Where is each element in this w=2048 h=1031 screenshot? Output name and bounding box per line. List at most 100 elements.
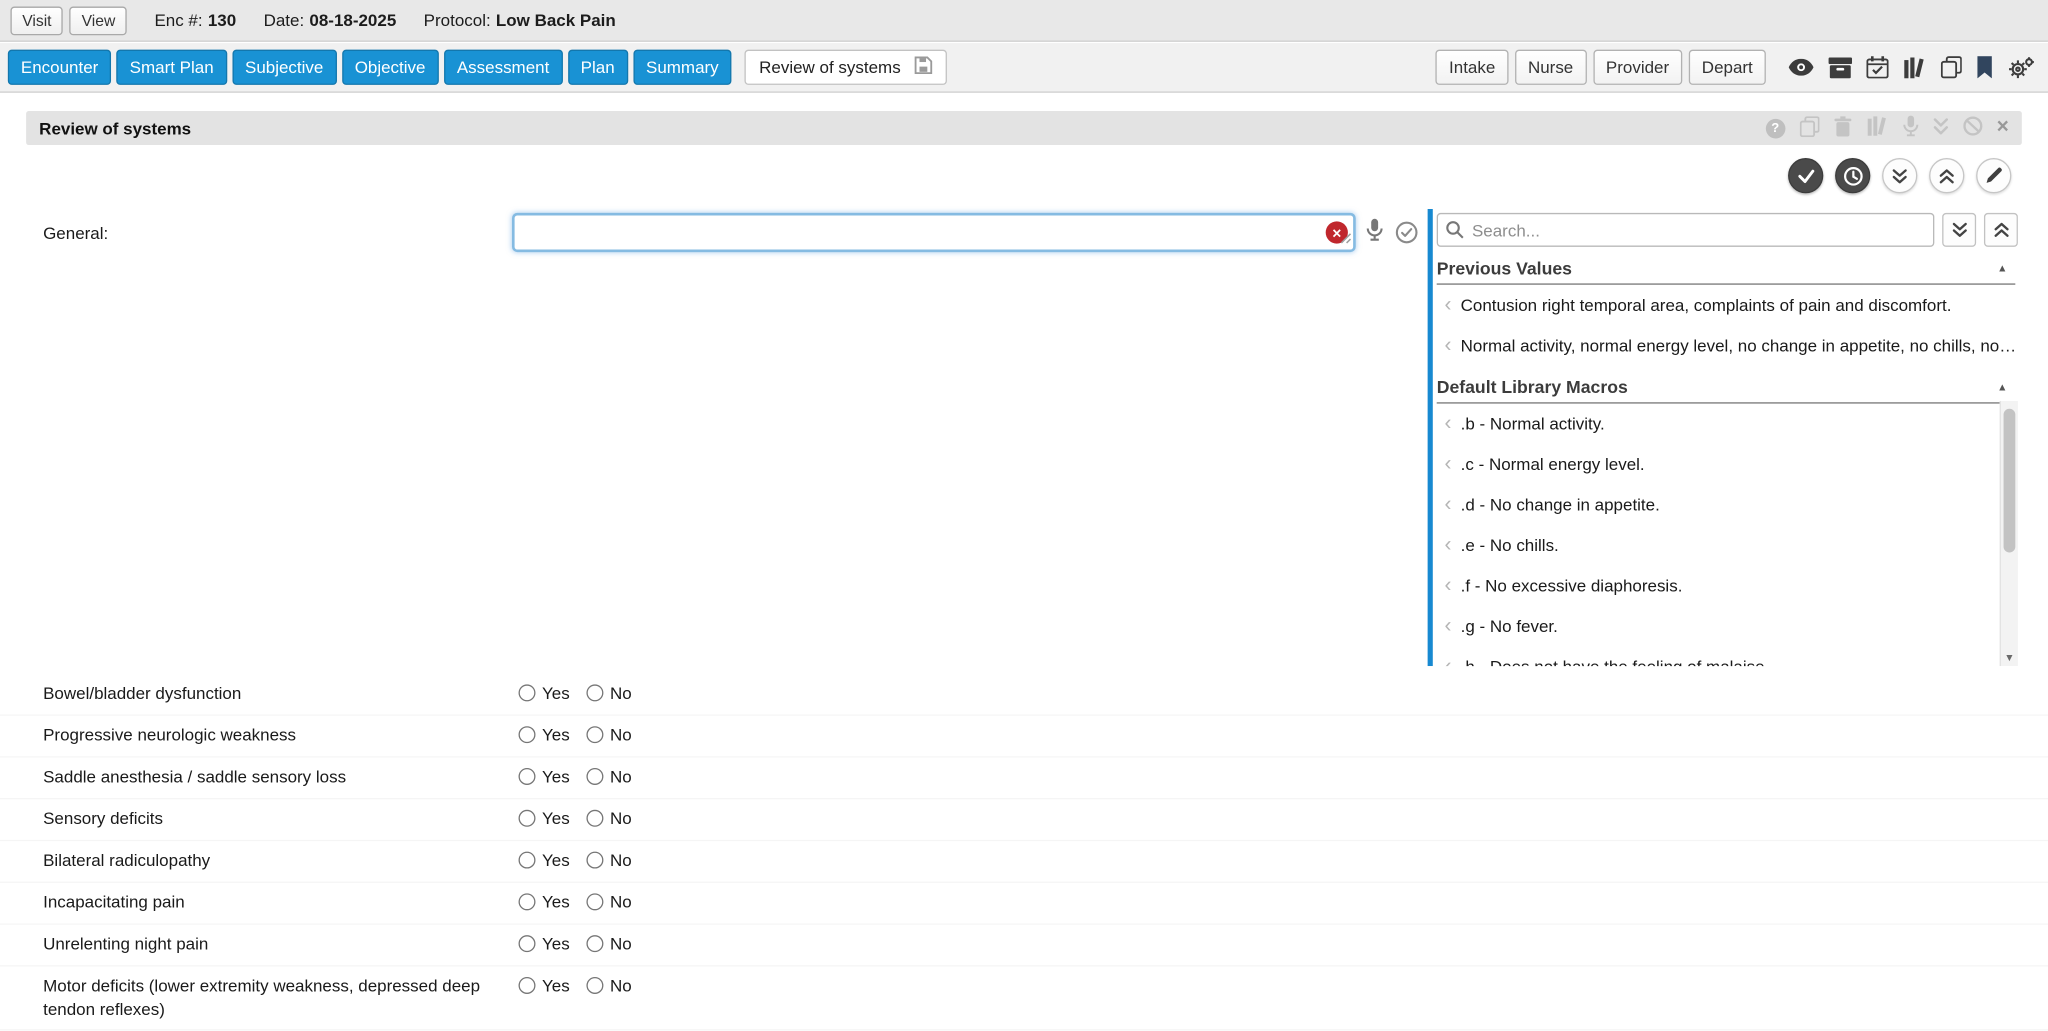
settings-gears-icon[interactable] (2007, 56, 2034, 80)
no-radio[interactable] (586, 810, 603, 827)
insert-left-icon: ‹ (1445, 535, 1452, 556)
nav-summary-button[interactable]: Summary (633, 50, 732, 85)
yes-option[interactable]: Yes (519, 725, 587, 745)
visit-button[interactable]: Visit (10, 6, 63, 35)
macro-item[interactable]: ‹ .b - Normal activity. (1437, 404, 1997, 444)
library-icon[interactable] (1903, 57, 1927, 78)
macro-item[interactable]: ‹ .h - Does not have the feeling of mala… (1437, 647, 1997, 667)
view-button[interactable]: View (70, 6, 127, 35)
yes-option[interactable]: Yes (519, 767, 587, 787)
eye-icon[interactable] (1788, 59, 1814, 76)
no-radio[interactable] (586, 768, 603, 785)
no-radio[interactable] (586, 977, 603, 994)
macro-item[interactable]: ‹ .f - No excessive diaphoresis. (1437, 566, 1997, 606)
yes-radio[interactable] (519, 684, 536, 701)
no-option[interactable]: No (586, 934, 654, 954)
yes-option[interactable]: Yes (519, 976, 587, 996)
depart-button[interactable]: Depart (1689, 50, 1766, 85)
general-input[interactable] (512, 213, 1356, 252)
yes-option[interactable]: Yes (519, 683, 587, 703)
macro-text: .c - Normal energy level. (1461, 455, 1645, 475)
default-library-macros-header[interactable]: Default Library Macros ▲ (1437, 366, 2016, 404)
expand-sections-icon[interactable] (1942, 213, 1976, 247)
archive-icon[interactable] (1829, 57, 1853, 78)
ban-icon[interactable] (1963, 116, 1983, 140)
close-icon[interactable]: × (1997, 118, 2009, 139)
library-icon[interactable] (1866, 116, 1888, 140)
confirm-check-icon[interactable] (1395, 221, 1419, 248)
macro-search-input[interactable] (1437, 213, 1935, 247)
macro-item[interactable]: ‹ .e - No chills. (1437, 525, 1997, 565)
dictate-microphone-icon[interactable] (1366, 218, 1383, 245)
intake-button[interactable]: Intake (1436, 50, 1508, 85)
date-label: Date: (264, 10, 305, 30)
no-radio[interactable] (586, 852, 603, 869)
question-label: Progressive neurologic weakness (43, 724, 518, 748)
help-icon[interactable]: ? (1765, 118, 1785, 138)
protocol-value: Low Back Pain (496, 10, 616, 30)
macro-item[interactable]: ‹ .c - Normal energy level. (1437, 444, 1997, 484)
yes-radio[interactable] (519, 935, 536, 952)
no-label: No (610, 808, 632, 828)
yes-label: Yes (542, 934, 570, 954)
protocol: Protocol:Low Back Pain (424, 10, 616, 30)
copy-icon[interactable] (1799, 116, 1819, 141)
yes-radio[interactable] (519, 810, 536, 827)
no-radio[interactable] (586, 893, 603, 910)
resize-grip-icon[interactable] (1340, 229, 1352, 249)
yes-radio[interactable] (519, 726, 536, 743)
history-clock-icon[interactable] (1835, 158, 1870, 193)
collapse-sections-icon[interactable] (1984, 213, 2018, 247)
trash-icon[interactable] (1833, 116, 1851, 141)
previous-value-item[interactable]: ‹ Contusion right temporal area, complai… (1437, 285, 2018, 325)
macro-item[interactable]: ‹ .g - No fever. (1437, 606, 1997, 646)
calendar-check-icon[interactable] (1866, 56, 1888, 78)
collapse-triangle-icon[interactable]: ▲ (1997, 263, 2007, 275)
edit-pencil-icon[interactable] (1976, 158, 2011, 193)
nav-assessment-button[interactable]: Assessment (444, 50, 563, 85)
no-option[interactable]: No (586, 767, 654, 787)
previous-value-item[interactable]: ‹ Normal activity, normal energy level, … (1437, 325, 2018, 365)
provider-button[interactable]: Provider (1593, 50, 1682, 85)
collapse-all-icon[interactable] (1929, 158, 1964, 193)
yes-radio[interactable] (519, 893, 536, 910)
scroll-down-arrow-icon[interactable]: ▼ (2001, 652, 2018, 664)
microphone-icon[interactable] (1903, 115, 1919, 141)
no-option[interactable]: No (586, 892, 654, 912)
yes-option[interactable]: Yes (519, 934, 587, 954)
yes-option[interactable]: Yes (519, 808, 587, 828)
no-option[interactable]: No (586, 683, 654, 703)
no-radio[interactable] (586, 935, 603, 952)
nav-subjective-button[interactable]: Subjective (232, 50, 336, 85)
no-option[interactable]: No (586, 725, 654, 745)
yes-radio[interactable] (519, 977, 536, 994)
expand-all-icon[interactable] (1882, 158, 1917, 193)
nav-plan-button[interactable]: Plan (568, 50, 628, 85)
macro-item[interactable]: ‹ .d - No change in appetite. (1437, 485, 1997, 525)
yes-radio[interactable] (519, 768, 536, 785)
nurse-button[interactable]: Nurse (1515, 50, 1586, 85)
yes-option[interactable]: Yes (519, 850, 587, 870)
macro-scrollbar[interactable]: ▼ (2000, 401, 2018, 666)
nav-smart-plan-button[interactable]: Smart Plan (117, 50, 227, 85)
yes-radio[interactable] (519, 852, 536, 869)
scrollbar-thumb[interactable] (2004, 409, 2016, 553)
no-option[interactable]: No (586, 808, 654, 828)
protocol-label: Protocol: (424, 10, 491, 30)
yes-option[interactable]: Yes (519, 892, 587, 912)
bookmark-icon[interactable] (1976, 56, 1993, 78)
no-option[interactable]: No (586, 850, 654, 870)
question-row: Unrelenting night pain Yes No (0, 925, 2048, 967)
check-circle-icon[interactable] (1788, 158, 1823, 193)
active-section-tab[interactable]: Review of systems (745, 50, 947, 85)
nav-encounter-button[interactable]: Encounter (8, 50, 112, 85)
no-radio[interactable] (586, 684, 603, 701)
nav-objective-button[interactable]: Objective (342, 50, 439, 85)
no-radio[interactable] (586, 726, 603, 743)
collapse-triangle-icon[interactable]: ▲ (1997, 381, 2007, 393)
copy-icon[interactable] (1941, 56, 1962, 78)
previous-values-header[interactable]: Previous Values ▲ (1437, 247, 2016, 285)
no-option[interactable]: No (586, 976, 654, 996)
double-chevron-down-icon[interactable] (1933, 117, 1949, 139)
yes-label: Yes (542, 850, 570, 870)
